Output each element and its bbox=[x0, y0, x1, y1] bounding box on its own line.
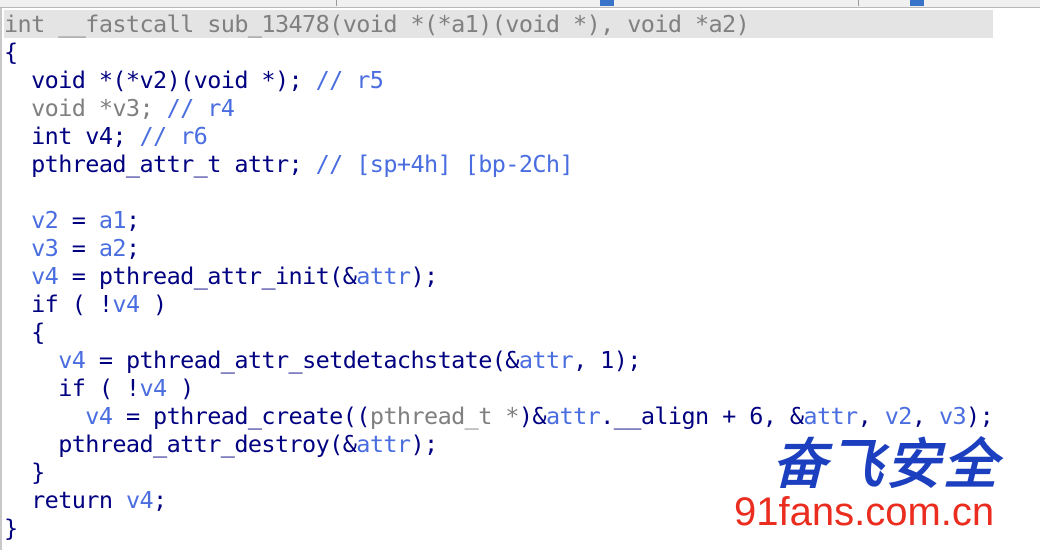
code-token: ; bbox=[125, 206, 140, 234]
code-line[interactable]: int __fastcall sub_13478(void *(*a1)(voi… bbox=[4, 10, 994, 38]
code-token: attr bbox=[518, 346, 574, 374]
code-line[interactable]: { bbox=[4, 318, 993, 346]
code-token: // r4 bbox=[166, 94, 235, 122]
code-token: ); bbox=[410, 430, 438, 458]
code-token: = bbox=[58, 234, 99, 262]
code-token: v4 bbox=[125, 486, 154, 514]
code-token: int v4; bbox=[4, 122, 140, 150]
code-token: = pthread_attr_init(& bbox=[58, 262, 357, 290]
watermark-url: 91fans.com.cn bbox=[734, 490, 995, 534]
code-token: // [sp+4h] [bp-2Ch] bbox=[315, 150, 574, 178]
code-token: ) bbox=[139, 290, 167, 318]
code-token: pthread_attr_t attr; bbox=[4, 150, 316, 178]
code-token: v2 bbox=[31, 206, 59, 234]
code-line[interactable]: int v4; // r6 bbox=[4, 122, 993, 150]
code-line[interactable]: pthread_attr_t attr; // [sp+4h] [bp-2Ch] bbox=[4, 150, 993, 178]
code-token: if ( ! bbox=[4, 290, 113, 318]
code-token: a2 bbox=[98, 234, 127, 262]
code-line[interactable] bbox=[4, 178, 993, 206]
code-token: = pthread_attr_setdetachstate(& bbox=[85, 346, 520, 374]
code-token: { bbox=[4, 318, 45, 346]
code-line[interactable]: void *v3; // r4 bbox=[4, 94, 993, 122]
code-token: v4 bbox=[31, 262, 59, 290]
code-token: ); bbox=[410, 262, 438, 290]
gutter-border bbox=[0, 8, 2, 550]
tab-strip bbox=[0, 0, 1040, 8]
code-token: ; bbox=[125, 234, 140, 262]
code-token: v4 bbox=[139, 374, 167, 402]
code-token: v3 bbox=[31, 234, 59, 262]
code-token: , 1); bbox=[573, 346, 641, 374]
code-token: pthread_attr_destroy(& bbox=[4, 430, 357, 458]
code-token: v4 bbox=[58, 346, 86, 374]
code-token: int __fastcall sub_13478(void *(*a1)(voi… bbox=[4, 10, 750, 38]
code-token: return bbox=[4, 486, 126, 514]
code-token: } bbox=[4, 458, 45, 486]
code-line[interactable]: v4 = pthread_attr_setdetachstate(&attr, … bbox=[4, 346, 993, 374]
active-tab-marker[interactable] bbox=[910, 0, 924, 6]
code-token: a1 bbox=[98, 206, 127, 234]
code-token: v4 bbox=[112, 290, 140, 318]
code-line[interactable]: v2 = a1; bbox=[4, 206, 993, 234]
code-line[interactable]: v3 = a2; bbox=[4, 234, 993, 262]
code-token: attr bbox=[356, 430, 411, 458]
code-token: void *v3; bbox=[4, 94, 167, 122]
code-line[interactable]: { bbox=[4, 38, 993, 66]
code-token: // r6 bbox=[139, 122, 208, 150]
code-line[interactable]: if ( !v4 ) bbox=[4, 374, 993, 402]
tab-divider bbox=[336, 0, 337, 6]
code-token: v4 bbox=[85, 402, 113, 430]
code-line[interactable]: if ( !v4 ) bbox=[4, 290, 993, 318]
active-tab-marker[interactable] bbox=[600, 0, 614, 6]
code-token: attr bbox=[356, 262, 411, 290]
watermark-chinese: 奋飞安全 bbox=[772, 432, 1000, 496]
code-line[interactable]: v4 = pthread_attr_init(&attr); bbox=[4, 262, 993, 290]
code-token: } bbox=[4, 514, 18, 542]
code-token: = bbox=[58, 206, 99, 234]
code-token: // r5 bbox=[315, 66, 384, 94]
code-token: if ( ! bbox=[4, 374, 140, 402]
code-line[interactable]: void *(*v2)(void *); // r5 bbox=[4, 66, 993, 94]
code-token: void *(*v2)(void *); bbox=[4, 66, 316, 94]
code-token: attr bbox=[545, 402, 601, 430]
code-token: pthread_t * bbox=[369, 402, 520, 430]
code-token: )& bbox=[518, 402, 547, 430]
code-token: = pthread_create(( bbox=[112, 402, 370, 430]
code-token: ; bbox=[153, 486, 167, 514]
tab-divider bbox=[858, 0, 859, 6]
code-token: ) bbox=[166, 374, 194, 402]
code-token: { bbox=[4, 38, 18, 66]
pseudocode-window: int __fastcall sub_13478(void *(*a1)(voi… bbox=[0, 0, 1040, 550]
